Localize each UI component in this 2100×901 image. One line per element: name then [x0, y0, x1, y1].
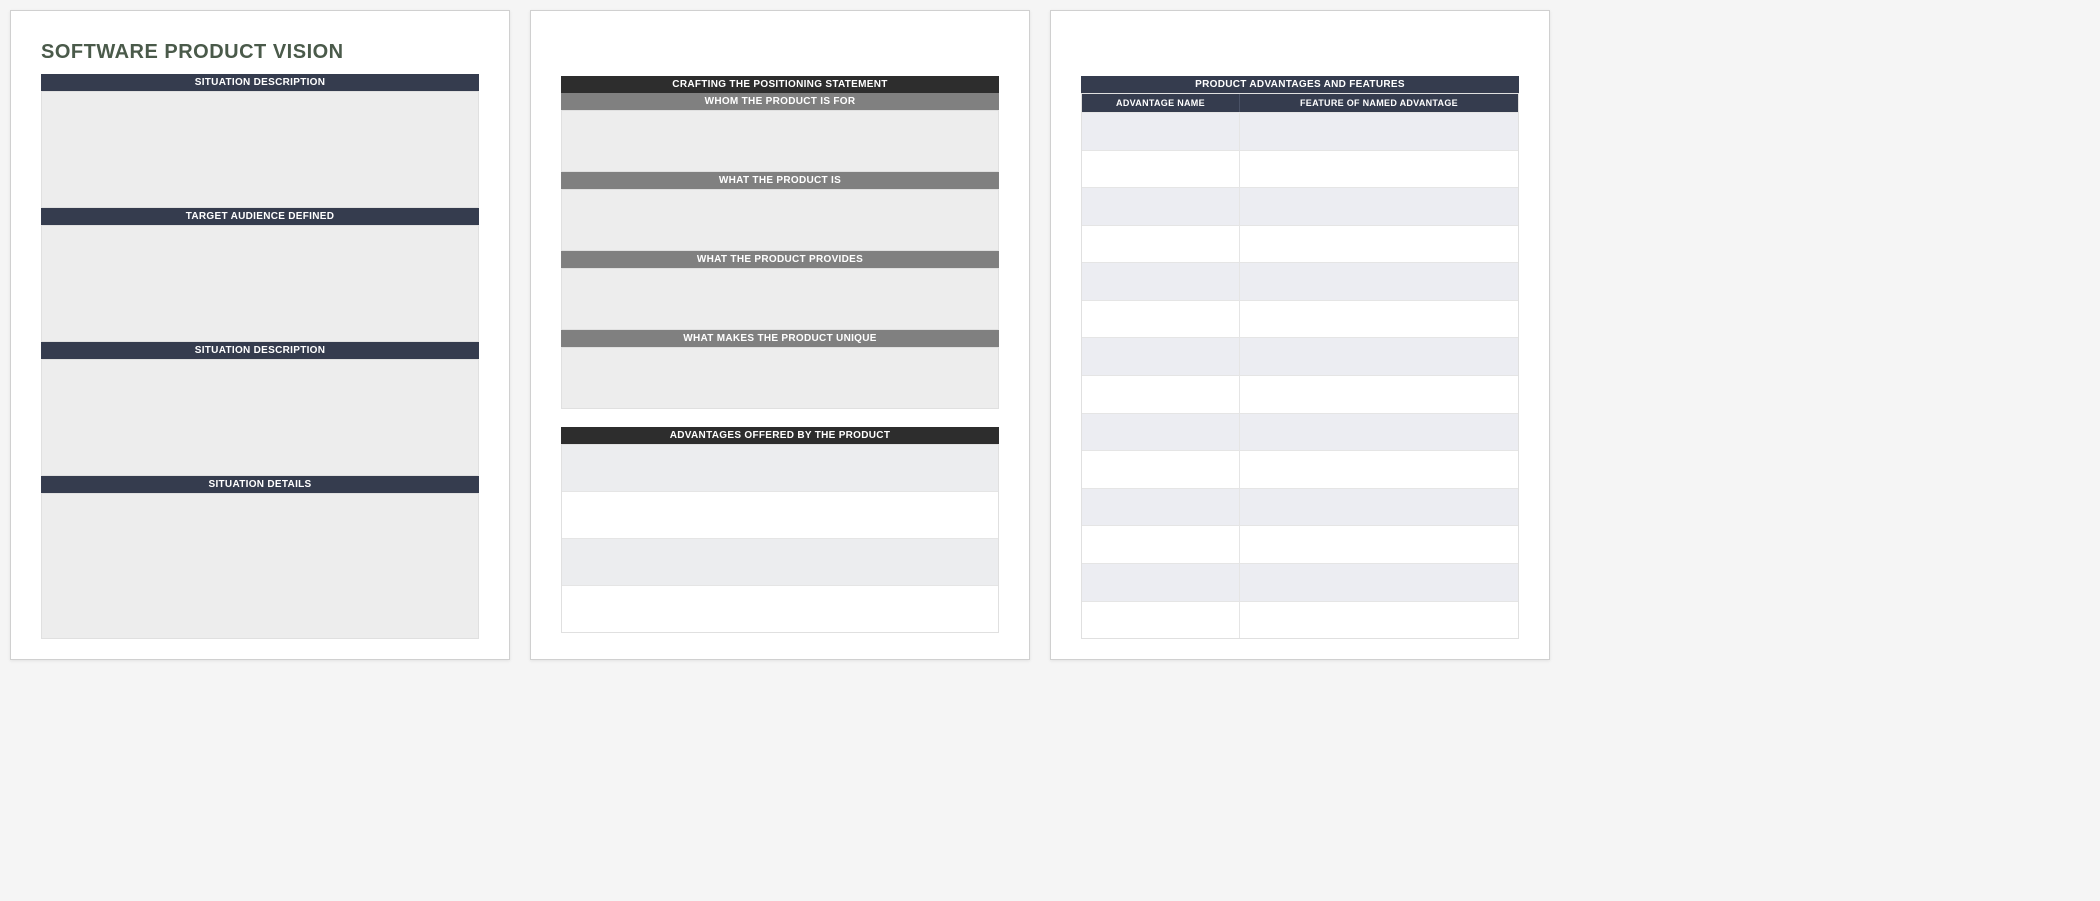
table-row[interactable] [1082, 150, 1518, 188]
table-row[interactable] [562, 538, 998, 585]
table-row[interactable] [1082, 262, 1518, 300]
template-page-1: SOFTWARE PRODUCT VISION SITUATION DESCRI… [10, 10, 510, 660]
table-row[interactable] [1082, 450, 1518, 488]
section-header-situation-description: SITUATION DESCRIPTION [41, 74, 479, 91]
content-area[interactable] [561, 110, 999, 172]
table-row[interactable] [562, 445, 998, 491]
table-row[interactable] [1082, 601, 1518, 639]
content-area[interactable] [41, 493, 479, 639]
table-row[interactable] [1082, 187, 1518, 225]
col-header-feature: FEATURE OF NAMED ADVANTAGE [1240, 94, 1518, 112]
features-table: ADVANTAGE NAME FEATURE OF NAMED ADVANTAG… [1081, 93, 1519, 639]
table-row[interactable] [1082, 413, 1518, 451]
section-header-situation-description-2: SITUATION DESCRIPTION [41, 342, 479, 359]
table-row[interactable] [1082, 225, 1518, 263]
table-row[interactable] [1082, 488, 1518, 526]
advantages-table [561, 444, 999, 633]
col-header-advantage-name: ADVANTAGE NAME [1082, 94, 1240, 112]
table-row[interactable] [1082, 337, 1518, 375]
subheader-what-is: WHAT THE PRODUCT IS [561, 172, 999, 189]
content-area[interactable] [561, 189, 999, 251]
section-header-advantages: ADVANTAGES OFFERED BY THE PRODUCT [561, 427, 999, 444]
section-header-target-audience: TARGET AUDIENCE DEFINED [41, 208, 479, 225]
subheader-unique: WHAT MAKES THE PRODUCT UNIQUE [561, 330, 999, 347]
table-row[interactable] [1082, 525, 1518, 563]
table-row[interactable] [562, 491, 998, 538]
page-title: SOFTWARE PRODUCT VISION [41, 41, 479, 64]
content-area[interactable] [41, 359, 479, 476]
content-area[interactable] [41, 225, 479, 342]
content-area[interactable] [41, 91, 479, 208]
table-row[interactable] [1082, 112, 1518, 150]
section-header-situation-details: SITUATION DETAILS [41, 476, 479, 493]
section-header-positioning-statement: CRAFTING THE POSITIONING STATEMENT [561, 76, 999, 93]
table-row[interactable] [1082, 375, 1518, 413]
template-page-3: PRODUCT ADVANTAGES AND FEATURES ADVANTAG… [1050, 10, 1550, 660]
features-table-header: ADVANTAGE NAME FEATURE OF NAMED ADVANTAG… [1082, 94, 1518, 112]
table-row[interactable] [1082, 563, 1518, 601]
template-page-2: CRAFTING THE POSITIONING STATEMENT WHOM … [530, 10, 1030, 660]
table-row[interactable] [562, 585, 998, 632]
content-area[interactable] [561, 268, 999, 330]
subheader-whom-for: WHOM THE PRODUCT IS FOR [561, 93, 999, 110]
content-area[interactable] [561, 347, 999, 409]
section-header-product-advantages-features: PRODUCT ADVANTAGES AND FEATURES [1081, 76, 1519, 93]
table-row[interactable] [1082, 300, 1518, 338]
subheader-provides: WHAT THE PRODUCT PROVIDES [561, 251, 999, 268]
